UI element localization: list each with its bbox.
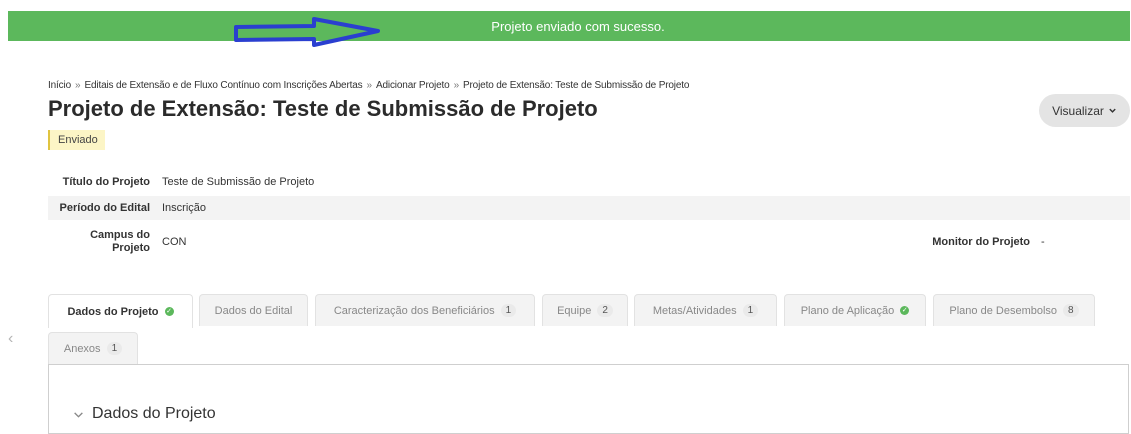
page-title: Projeto de Extensão: Teste de Submissão …: [48, 96, 598, 121]
campus-label-line1: Campus do: [90, 229, 150, 241]
tab-metas-atividades[interactable]: Metas/Atividades 1: [634, 294, 777, 326]
breadcrumb-item-current: Projeto de Extensão: Teste de Submissão …: [462, 80, 690, 91]
breadcrumb-item-inicio[interactable]: Início: [48, 80, 71, 91]
annotation-arrow-icon: [234, 17, 380, 47]
tab-plano-desembolso[interactable]: Plano de Desembolso 8: [933, 294, 1095, 326]
tab-count-badge: 1: [500, 304, 517, 317]
success-alert: Projeto enviado com sucesso.: [8, 11, 1130, 41]
tab-plano-aplicacao[interactable]: Plano de Aplicação ✓: [784, 294, 926, 326]
tab-content-panel: Dados do Projeto: [48, 364, 1129, 434]
tab-dados-projeto[interactable]: Dados do Projeto ✓: [48, 294, 193, 328]
chevron-left-icon[interactable]: ‹: [8, 331, 18, 347]
tab-count-badge: 1: [106, 342, 123, 355]
check-circle-icon: ✓: [164, 307, 174, 316]
tab-label: Plano de Aplicação: [800, 304, 895, 317]
breadcrumb-item-adicionar[interactable]: Adicionar Projeto: [376, 80, 450, 91]
section-title: Dados do Projeto: [92, 405, 216, 422]
tab-label: Equipe: [557, 304, 592, 317]
periodo-value: Inscrição: [162, 202, 207, 214]
breadcrumb-separator: »: [366, 80, 373, 91]
periodo-label: Período do Edital: [59, 202, 150, 214]
breadcrumb-separator: »: [453, 80, 460, 91]
tab-dados-edital[interactable]: Dados do Edital: [199, 294, 308, 326]
tab-label: Caracterização dos Beneficiários: [333, 304, 495, 317]
visualizar-label: Visualizar: [1052, 103, 1104, 118]
campus-label: Campus do Projeto: [90, 229, 150, 255]
tab-count-badge: 2: [597, 304, 613, 317]
status-badge: Enviado: [48, 130, 105, 150]
tab-label: Metas/Atividades: [652, 304, 737, 317]
details-row-shade: [48, 196, 1130, 220]
breadcrumb-item-editais[interactable]: Editais de Extensão e de Fluxo Contínuo …: [84, 80, 362, 91]
section-header-dados-projeto[interactable]: Dados do Projeto: [73, 405, 216, 423]
titulo-label: Título do Projeto: [62, 176, 150, 188]
tab-anexos[interactable]: Anexos 1: [48, 332, 138, 364]
breadcrumb: Início» Editais de Extensão e de Fluxo Co…: [48, 80, 689, 91]
tab-caracterizacao-beneficiarios[interactable]: Caracterização dos Beneficiários 1: [315, 294, 535, 326]
campus-label-line2: Projeto: [112, 242, 150, 254]
monitor-value: -: [1041, 236, 1045, 248]
tab-label: Plano de Desembolso: [949, 304, 1058, 317]
monitor-label: Monitor do Projeto: [932, 236, 1030, 248]
tab-count-badge: 1: [742, 304, 759, 317]
success-message: Projeto enviado com sucesso.: [491, 18, 665, 34]
chevron-down-icon: [1109, 108, 1116, 113]
tab-label: Anexos: [63, 342, 101, 355]
titulo-value: Teste de Submissão de Projeto: [162, 176, 315, 188]
campus-value: CON: [162, 236, 187, 248]
visualizar-button[interactable]: Visualizar: [1039, 94, 1130, 127]
tab-equipe[interactable]: Equipe 2: [542, 294, 628, 326]
tab-label: Dados do Projeto: [67, 305, 159, 318]
check-circle-icon: ✓: [900, 306, 910, 315]
chevron-down-icon: [74, 411, 83, 418]
breadcrumb-separator: »: [75, 80, 81, 91]
tab-count-badge: 8: [1063, 304, 1079, 317]
tab-label: Dados do Edital: [214, 304, 293, 317]
